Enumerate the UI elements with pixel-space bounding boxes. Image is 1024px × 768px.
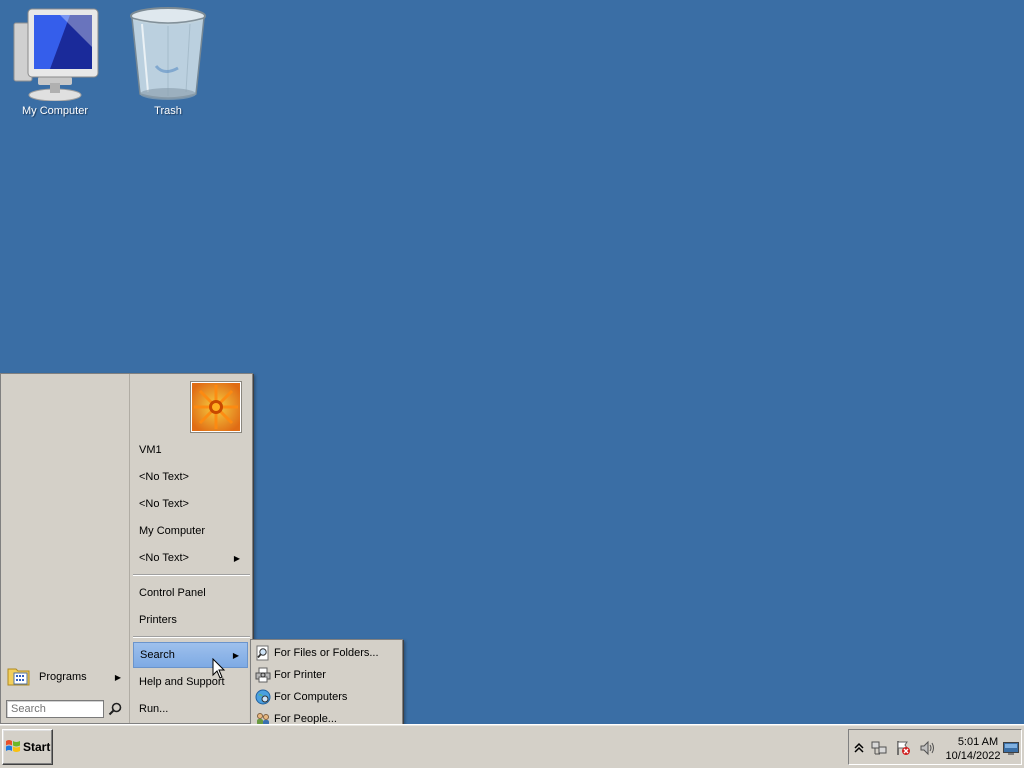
windows-logo-icon (5, 738, 21, 757)
submenu-item-label: For Files or Folders... (274, 647, 379, 659)
start-menu-left-pane: Programs ▶ (1, 374, 130, 723)
start-item-no-text-1[interactable]: <No Text> (133, 465, 248, 489)
start-item-label: <No Text> (139, 498, 189, 510)
printer-icon (255, 667, 271, 683)
mouse-cursor-icon (212, 657, 226, 680)
start-item-label: Search (140, 649, 175, 661)
search-submenu: For Files or Folders... For Printer For … (250, 639, 403, 731)
submenu-item-files-or-folders[interactable]: For Files or Folders... (251, 642, 402, 664)
submenu-item-label: For Printer (274, 669, 326, 681)
programs-label: Programs (39, 671, 87, 683)
start-item-label: VM1 (139, 444, 162, 456)
search-icon[interactable] (107, 700, 123, 718)
start-item-no-text-3[interactable]: <No Text> ▶ (133, 546, 248, 570)
start-button-label: Start (23, 740, 51, 754)
desktop-icon-trash[interactable]: Trash (118, 6, 218, 118)
start-item-no-text-2[interactable]: <No Text> (133, 492, 248, 516)
trash-icon (118, 6, 218, 102)
desktop-icon-label: Trash (154, 105, 182, 117)
programs-menu-item[interactable]: Programs ▶ (7, 664, 125, 690)
start-item-control-panel[interactable]: Control Panel (133, 581, 248, 605)
flag-error-icon[interactable] (895, 740, 911, 756)
start-item-label: My Computer (139, 525, 206, 537)
start-button[interactable]: Start (2, 729, 53, 765)
menu-separator (133, 636, 250, 638)
start-item-label: Control Panel (139, 587, 206, 599)
start-item-my-computer[interactable]: My Computer (133, 519, 248, 543)
volume-icon[interactable] (919, 740, 935, 756)
desktop-icon[interactable] (1003, 741, 1019, 757)
globe-icon (255, 689, 271, 705)
computer-icon (5, 6, 105, 102)
submenu-arrow-icon: ▶ (114, 672, 121, 682)
start-item-vm1[interactable]: VM1 (133, 438, 248, 462)
submenu-item-printer[interactable]: For Printer (251, 664, 402, 686)
desktop-icon-my-computer[interactable]: My Computer (5, 6, 105, 118)
clock-date[interactable]: 10/14/2022 (943, 750, 1003, 762)
submenu-arrow-icon: ▶ (232, 650, 239, 660)
start-item-help-and-support[interactable]: Help and Support (133, 670, 248, 694)
chevron-up-icon[interactable] (851, 740, 867, 756)
network-icon[interactable] (871, 740, 887, 756)
system-tray: 5:01 AM 10/14/2022 (848, 729, 1022, 765)
start-item-printers[interactable]: Printers (133, 608, 248, 632)
submenu-arrow-icon: ▶ (233, 553, 240, 563)
taskbar: Start 5:01 AM 10/14/2022 (0, 724, 1024, 768)
programs-folder-icon (7, 665, 31, 690)
clock-time[interactable]: 5:01 AM (953, 736, 1003, 748)
desktop-icon-label: My Computer (21, 105, 89, 117)
submenu-item-label: For Computers (274, 691, 348, 703)
start-item-label: Printers (139, 614, 177, 626)
menu-separator (133, 574, 250, 576)
start-item-run[interactable]: Run... (133, 697, 248, 721)
magnifier-document-icon (255, 645, 271, 661)
start-item-label: Run... (139, 703, 169, 715)
start-item-label: <No Text> (139, 471, 189, 483)
start-search-input[interactable] (6, 700, 104, 718)
submenu-item-computers[interactable]: For Computers (251, 686, 402, 708)
start-menu-right-pane: VM1 <No Text> <No Text> My Computer <No … (131, 374, 252, 723)
flower-avatar (190, 381, 242, 433)
start-item-search[interactable]: Search ▶ (133, 642, 248, 668)
start-item-label: <No Text> (139, 552, 189, 564)
